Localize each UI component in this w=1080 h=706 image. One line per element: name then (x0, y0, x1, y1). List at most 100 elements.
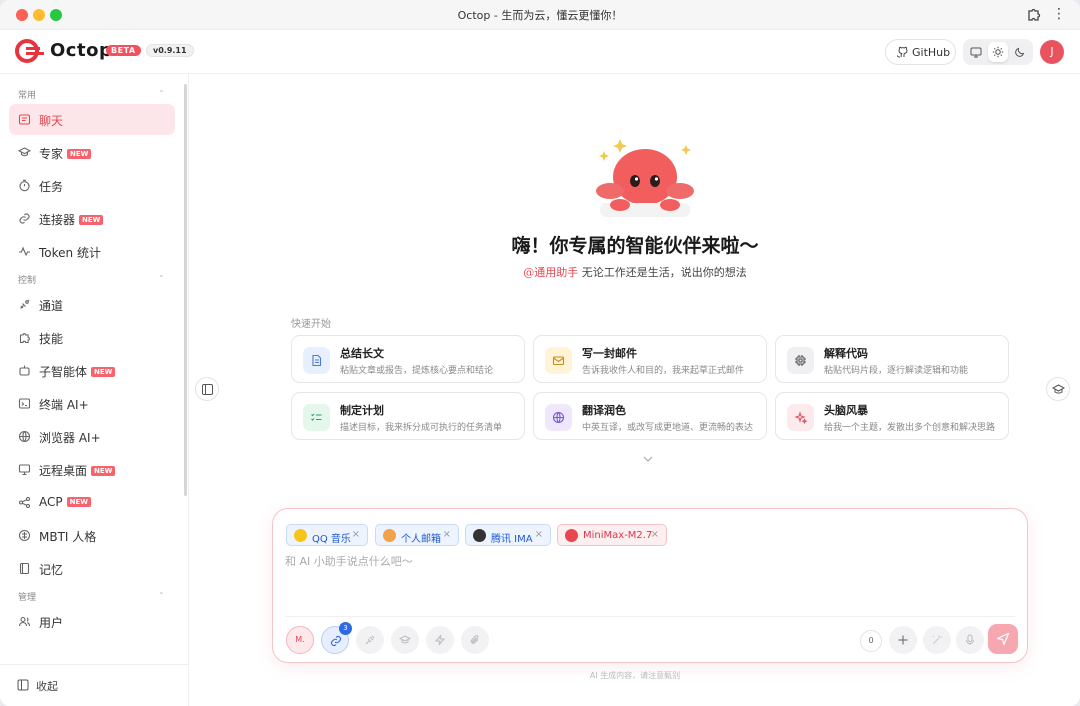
connector-chip[interactable]: MiniMax-M2.7 × (557, 524, 667, 546)
quick-action-button[interactable] (426, 626, 454, 654)
theme-dark-button[interactable] (1010, 42, 1030, 62)
globe-icon (552, 411, 565, 424)
quick-start-card-desc: 描述目标，我来拆分成可执行的任务清单 (340, 423, 503, 433)
connector-chip[interactable]: QQ 音乐 × (286, 524, 368, 546)
panda-icon (473, 529, 486, 542)
quick-start-card-title: 总结长文 (340, 347, 384, 360)
new-badge: NEW (91, 367, 116, 377)
sidebar-item[interactable]: 终端 AI+ (9, 388, 175, 419)
graduation-cap-icon (1052, 384, 1065, 394)
sidebar-item-label: 专家 NEW (39, 145, 92, 162)
connector-chip[interactable]: 腾讯 IMA × (465, 524, 551, 546)
add-button[interactable] (889, 626, 917, 654)
sidebar: 常用 ⌃ 聊天 专家 NEW 任务 连接器 NEW Token 统计控制 ⌃ 通道 技能… (0, 74, 189, 706)
brain-icon (18, 529, 31, 542)
quick-start-card[interactable]: 制定计划 描述目标，我来拆分成可执行的任务清单 (291, 392, 525, 440)
sidebar-item[interactable]: 聊天 (9, 104, 175, 135)
qq-music-icon (294, 529, 307, 542)
github-icon (896, 46, 908, 58)
sidebar-item[interactable]: 任务 (9, 170, 175, 201)
sidebar-item[interactable]: 远程桌面 NEW (9, 454, 175, 485)
channel-button[interactable] (356, 626, 384, 654)
user-avatar[interactable]: J (1040, 40, 1064, 64)
sidebar-item[interactable]: MBTI 人格 (9, 520, 175, 551)
quick-start-card-title: 写一封邮件 (582, 347, 637, 360)
sidebar-item-label: ACP NEW (39, 495, 91, 509)
theme-system-button[interactable] (966, 42, 986, 62)
link-icon (19, 213, 30, 224)
chat-input[interactable] (285, 553, 1015, 613)
close-icon[interactable]: × (535, 529, 543, 540)
expert-button[interactable] (391, 626, 419, 654)
sidebar-scrollbar[interactable] (184, 84, 187, 496)
chevron-up-icon[interactable]: ⌃ (158, 89, 165, 98)
quick-start-card[interactable]: 翻译润色 中英互译，或改写成更地道、更流畅的表达 (533, 392, 767, 440)
activity-icon (19, 246, 30, 257)
quick-start-card-title: 制定计划 (340, 404, 384, 417)
model-selector-button[interactable]: M. (286, 626, 314, 654)
expert-panel-button[interactable] (1046, 377, 1070, 401)
connector-chip[interactable]: 个人邮箱 × (375, 524, 459, 546)
sidebar-item-label: 终端 AI+ (39, 398, 89, 412)
magic-button[interactable] (923, 626, 951, 654)
connector-chip-label: MiniMax-M2.7 (583, 530, 653, 541)
extension-icon[interactable] (1026, 7, 1042, 23)
quick-start-card-title: 头脑风暴 (824, 404, 868, 417)
sidebar-section-label: 控制 (18, 276, 37, 286)
github-button[interactable]: GitHub (885, 39, 956, 65)
composer-divider (285, 616, 1015, 617)
mail-icon (552, 356, 565, 366)
theme-switcher (963, 39, 1033, 65)
moon-icon (1015, 47, 1025, 57)
send-button[interactable] (988, 624, 1018, 654)
sidebar-item[interactable]: Token 统计 (9, 236, 175, 267)
quick-start-card[interactable]: 解释代码 粘贴代码片段，逐行解读逻辑和功能 (775, 335, 1009, 383)
sidebar-item[interactable]: 用户 (9, 606, 175, 637)
sidebar-item-label: 记忆 (39, 563, 64, 577)
connectors-button[interactable]: 3 (321, 622, 352, 654)
close-icon[interactable]: × (443, 529, 451, 540)
sidebar-item[interactable]: ACP NEW (9, 487, 175, 518)
collapse-sidebar-button[interactable]: 收起 (36, 678, 58, 694)
chevron-up-icon[interactable]: ⌃ (158, 591, 165, 600)
sidebar-item[interactable]: 专家 NEW (9, 137, 175, 168)
globe-icon (18, 430, 31, 443)
timer-icon (19, 179, 30, 192)
beta-badge: BETA (106, 45, 141, 56)
quick-start-card-desc: 粘贴文章或报告，提炼核心要点和结论 (340, 366, 494, 376)
sidebar-item[interactable]: 浏览器 AI+ (9, 421, 175, 452)
ai-disclaimer: AI 生成内容，请注意甄别 (589, 671, 681, 680)
quick-start-card[interactable]: 总结长文 粘贴文章或报告，提炼核心要点和结论 (291, 335, 525, 383)
attach-file-button[interactable] (461, 626, 489, 654)
theme-light-button[interactable] (988, 42, 1008, 62)
voice-input-button[interactable] (956, 626, 984, 654)
sidebar-item-label: 技能 (39, 332, 64, 346)
sidebar-item[interactable]: 连接器 NEW (9, 203, 175, 234)
github-label: GitHub (912, 46, 951, 59)
quick-start-card[interactable]: 头脑风暴 给我一个主题，发散出多个创意和解决思路 (775, 392, 1009, 440)
sidebar-item[interactable]: 通道 (9, 289, 175, 320)
sidebar-item-label: 连接器 NEW (39, 211, 104, 228)
version-badge: v0.9.11 (146, 44, 194, 57)
chat-composer: QQ 音乐 × 个人邮箱 × 腾讯 IMA × MiniMax-M2.7 × M… (272, 508, 1028, 663)
quick-start-card[interactable]: 写一封邮件 告诉我收件人和目的，我来起草正式邮件 (533, 335, 767, 383)
sidebar-item[interactable]: 记忆 (9, 553, 175, 584)
satellite-icon (365, 635, 375, 645)
close-icon[interactable]: × (651, 529, 659, 540)
connector-chip-label: QQ 音乐 (312, 534, 351, 545)
chevron-down-icon[interactable] (642, 454, 654, 464)
collapse-sidebar-icon (17, 679, 29, 691)
new-badge: NEW (66, 497, 91, 507)
sidebar-item[interactable]: 子智能体 NEW (9, 355, 175, 386)
assistant-mention[interactable]: @通用助手 (523, 266, 578, 279)
close-icon[interactable]: × (352, 529, 360, 540)
main-chat-area: 嗨！你专属的智能伙伴来啦～ @通用助手 无论工作还是生活，说出你的想法 快速开始… (190, 74, 1080, 706)
hero-title: 嗨！你专属的智能伙伴来啦～ (511, 235, 759, 257)
sparkles-icon (794, 411, 807, 424)
toggle-sidebar-button[interactable] (195, 377, 219, 401)
sidebar-item[interactable]: 技能 (9, 322, 175, 353)
chevron-up-icon[interactable]: ⌃ (158, 274, 165, 283)
sidebar-section-label: 常用 (18, 91, 37, 101)
token-counter: 0 (860, 630, 882, 652)
more-vertical-icon[interactable]: ⋮ (1052, 6, 1066, 22)
